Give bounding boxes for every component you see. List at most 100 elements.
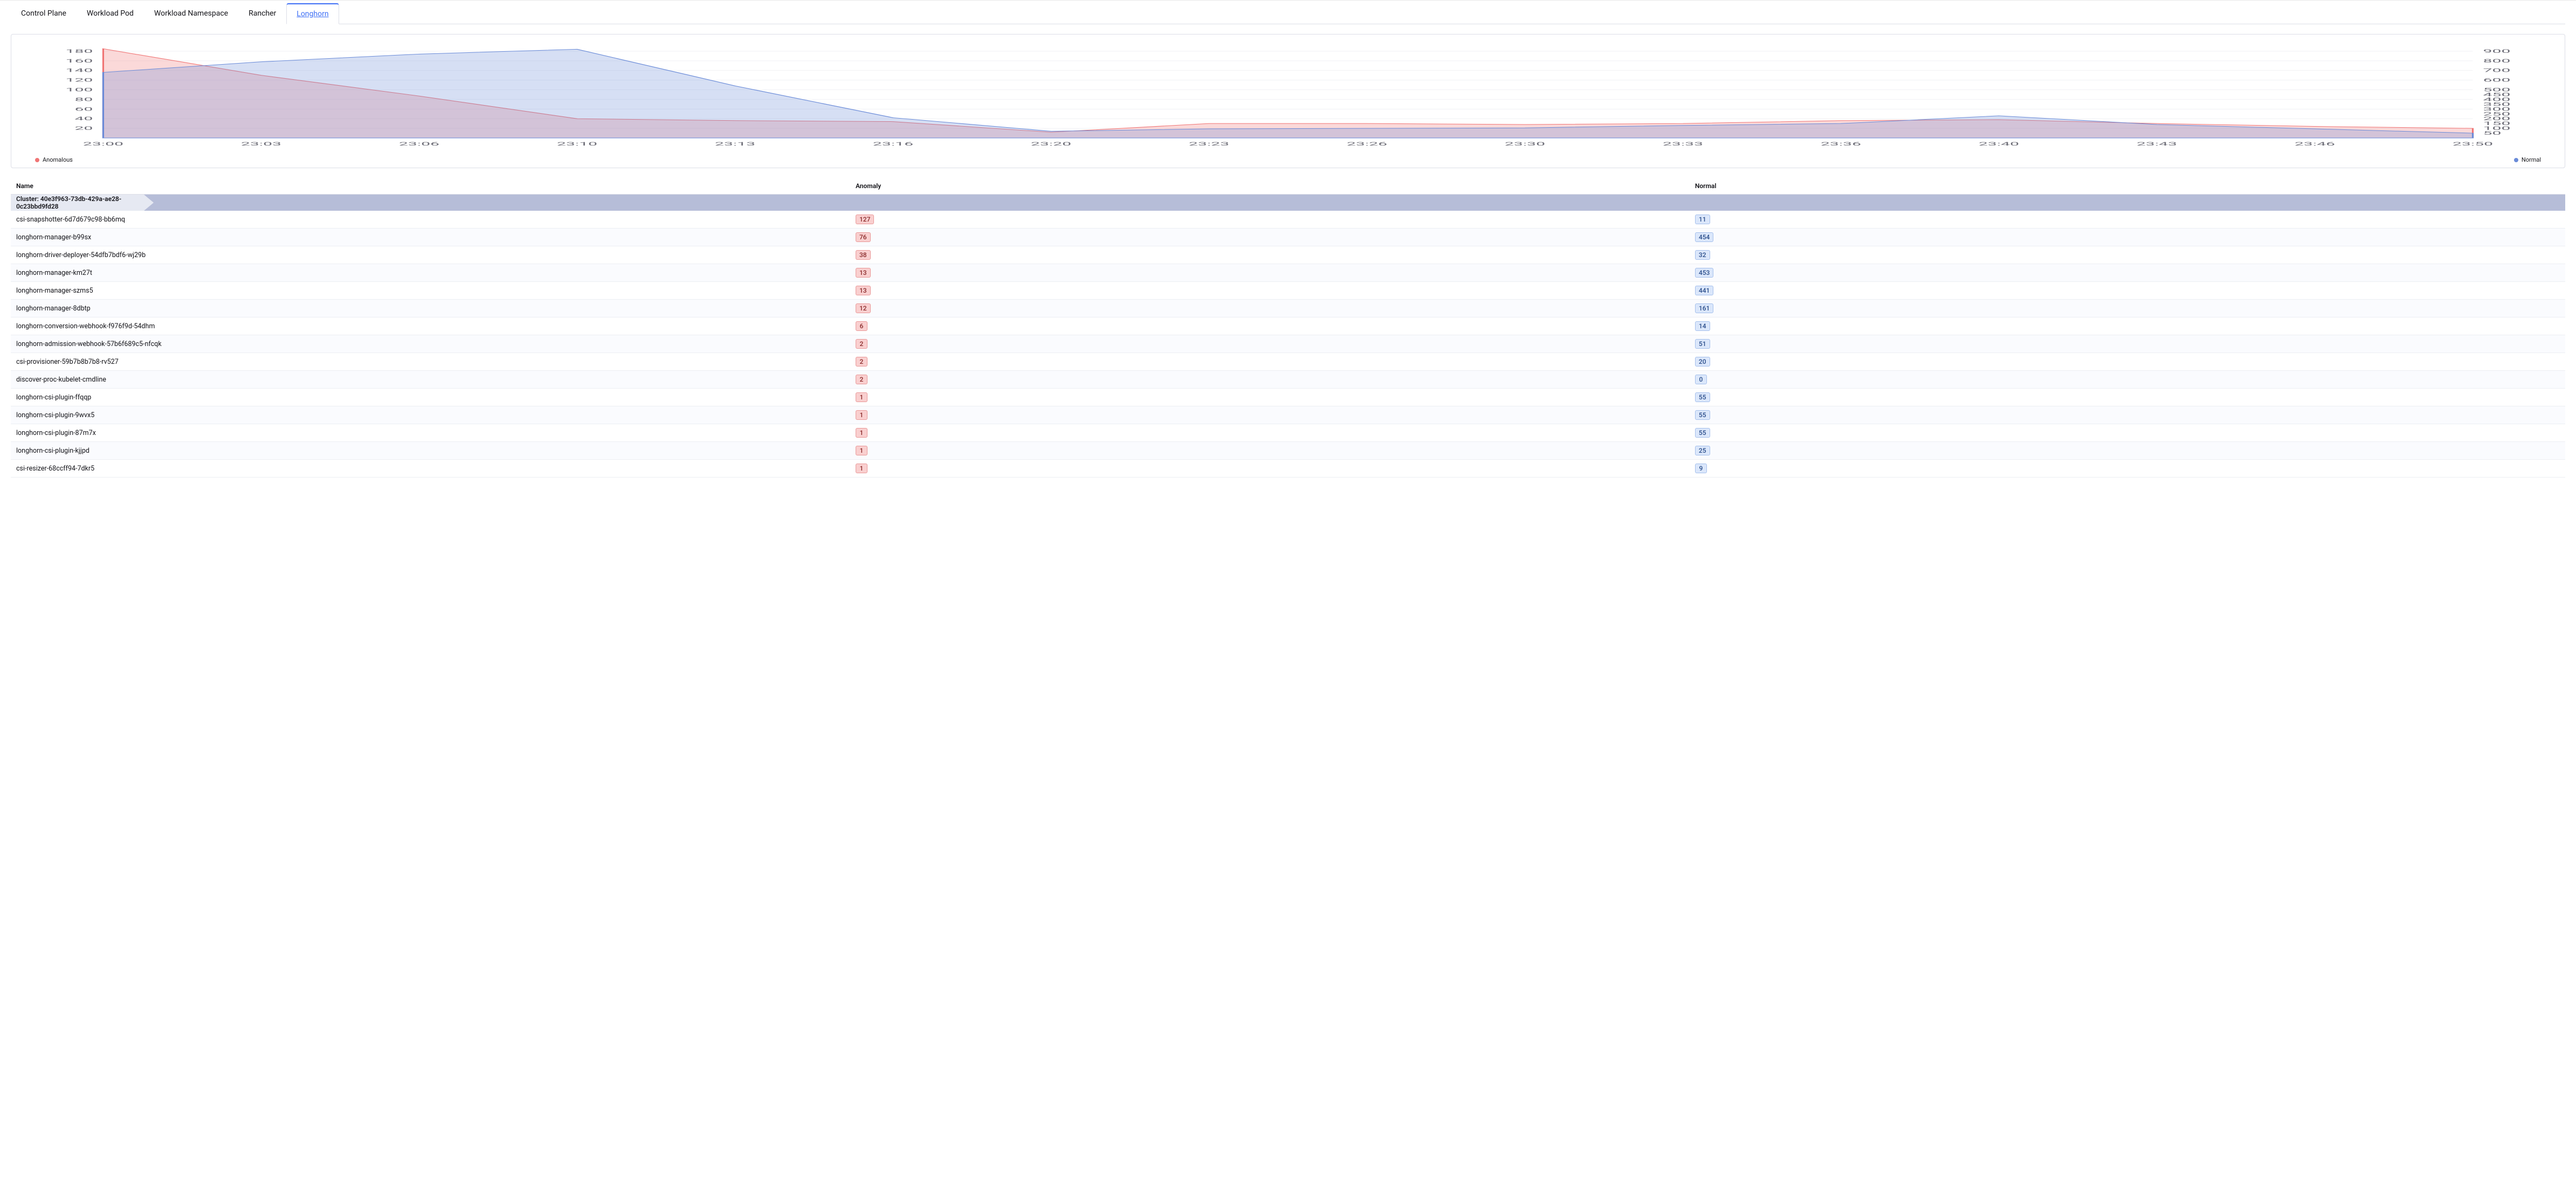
- pod-name: longhorn-csi-plugin-87m7x: [16, 429, 856, 437]
- normal-badge: 161: [1695, 303, 1713, 313]
- svg-text:180: 180: [66, 48, 93, 54]
- table-row[interactable]: longhorn-conversion-webhook-f976f9d-54dh…: [11, 317, 2565, 335]
- table-row[interactable]: csi-resizer-68ccff94-7dkr519: [11, 460, 2565, 478]
- normal-cell: 55: [1695, 392, 2560, 402]
- pod-name: longhorn-manager-szms5: [16, 287, 856, 295]
- svg-text:80: 80: [74, 96, 93, 102]
- anomaly-cell: 12: [856, 303, 1695, 313]
- column-header-normal[interactable]: Normal: [1695, 182, 2560, 190]
- table-row[interactable]: longhorn-csi-plugin-87m7x155: [11, 424, 2565, 442]
- svg-text:23:26: 23:26: [1347, 141, 1387, 147]
- normal-cell: 32: [1695, 250, 2560, 260]
- anomaly-cell: 13: [856, 286, 1695, 295]
- svg-text:700: 700: [2483, 67, 2511, 73]
- svg-text:500: 500: [2483, 87, 2511, 93]
- anomaly-cell: 1: [856, 464, 1695, 473]
- pod-table: Name Anomaly Normal Cluster: 40e3f963-73…: [11, 178, 2565, 478]
- tabs-bar: Control PlaneWorkload PodWorkload Namesp…: [11, 1, 2565, 24]
- table-row[interactable]: longhorn-manager-b99sx76454: [11, 229, 2565, 246]
- cluster-group-header[interactable]: Cluster: 40e3f963-73db-429a-ae28-0c23bbd…: [11, 195, 2565, 211]
- anomaly-badge: 127: [856, 215, 874, 224]
- normal-cell: 51: [1695, 339, 2560, 349]
- normal-badge: 55: [1695, 428, 1710, 438]
- normal-cell: 25: [1695, 446, 2560, 455]
- anomaly-cell: 6: [856, 321, 1695, 331]
- svg-text:23:46: 23:46: [2295, 141, 2335, 147]
- svg-text:140: 140: [66, 67, 93, 73]
- legend-swatch-anomalous: [35, 158, 39, 162]
- svg-text:23:30: 23:30: [1505, 141, 1545, 147]
- anomaly-cell: 1: [856, 446, 1695, 455]
- chart-svg: 2040608010012014016018050100150200250300…: [21, 41, 2555, 154]
- anomaly-badge: 2: [856, 339, 867, 349]
- normal-badge: 0: [1695, 375, 1707, 384]
- svg-text:40: 40: [74, 116, 93, 122]
- table-row[interactable]: longhorn-manager-szms513441: [11, 282, 2565, 300]
- normal-cell: 454: [1695, 232, 2560, 242]
- pod-name: csi-resizer-68ccff94-7dkr5: [16, 465, 856, 473]
- pod-name: longhorn-csi-plugin-ffqqp: [16, 393, 856, 402]
- pod-name: csi-snapshotter-6d7d679c98-bb6mq: [16, 216, 856, 224]
- normal-badge: 55: [1695, 410, 1710, 420]
- anomaly-badge: 1: [856, 410, 867, 420]
- table-row[interactable]: longhorn-csi-plugin-kjjpd1 25: [11, 442, 2565, 460]
- table-row[interactable]: longhorn-manager-km27t13453: [11, 264, 2565, 282]
- tab-workload-namespace[interactable]: Workload Namespace: [144, 3, 238, 24]
- table-row[interactable]: longhorn-csi-plugin-9wvx51 55: [11, 406, 2565, 424]
- table-row[interactable]: longhorn-manager-8dbtp12161: [11, 300, 2565, 317]
- normal-badge: 454: [1695, 232, 1713, 242]
- tab-workload-pod[interactable]: Workload Pod: [77, 3, 144, 24]
- column-header-name[interactable]: Name: [16, 182, 856, 190]
- anomaly-cell: 2: [856, 339, 1695, 349]
- pod-name: csi-provisioner-59b7b8b7b8-rv527: [16, 358, 856, 366]
- cluster-label: Cluster: 40e3f963-73db-429a-ae28-0c23bbd…: [11, 195, 154, 211]
- table-row[interactable]: csi-provisioner-59b7b8b7b8-rv527220: [11, 353, 2565, 371]
- anomaly-cell: 13: [856, 268, 1695, 278]
- anomaly-cell: 76: [856, 232, 1695, 242]
- anomaly-badge: 1: [856, 392, 867, 402]
- table-row[interactable]: longhorn-csi-plugin-ffqqp1 55: [11, 389, 2565, 406]
- normal-cell: 11: [1695, 215, 2560, 224]
- legend-label-normal: Normal: [2522, 156, 2541, 163]
- normal-cell: 9: [1695, 464, 2560, 473]
- pod-name: longhorn-csi-plugin-9wvx5: [16, 411, 856, 419]
- normal-badge: 453: [1695, 268, 1713, 278]
- svg-text:23:03: 23:03: [241, 141, 281, 147]
- normal-badge: 32: [1695, 250, 1710, 260]
- chart-card: 2040608010012014016018050100150200250300…: [11, 34, 2565, 168]
- normal-cell: 55: [1695, 428, 2560, 438]
- svg-text:23:16: 23:16: [873, 141, 913, 147]
- anomaly-cell: 1: [856, 392, 1695, 402]
- table-row[interactable]: longhorn-driver-deployer-54dfb7bdf6-wj29…: [11, 246, 2565, 264]
- normal-badge: 9: [1695, 464, 1707, 473]
- normal-badge: 25: [1695, 446, 1710, 455]
- table-row[interactable]: discover-proc-kubelet-cmdline20: [11, 371, 2565, 389]
- anomaly-cell: 127: [856, 215, 1695, 224]
- table-row[interactable]: csi-snapshotter-6d7d679c98-bb6mq127 11: [11, 211, 2565, 229]
- svg-text:23:40: 23:40: [1979, 141, 2019, 147]
- pod-name: longhorn-manager-8dbtp: [16, 305, 856, 313]
- svg-text:60: 60: [74, 106, 93, 112]
- table-row[interactable]: longhorn-admission-webhook-57b6f689c5-nf…: [11, 335, 2565, 353]
- svg-text:23:33: 23:33: [1663, 141, 1703, 147]
- legend-item-normal[interactable]: Normal: [2514, 156, 2541, 163]
- svg-text:23:36: 23:36: [1821, 141, 1861, 147]
- anomaly-badge: 13: [856, 286, 871, 295]
- tab-rancher[interactable]: Rancher: [238, 3, 286, 24]
- anomaly-cell: 1: [856, 428, 1695, 438]
- legend-item-anomalous[interactable]: Anomalous: [35, 156, 73, 163]
- anomaly-cell: 2: [856, 375, 1695, 384]
- pod-name: longhorn-driver-deployer-54dfb7bdf6-wj29…: [16, 251, 856, 259]
- normal-badge: 51: [1695, 339, 1710, 349]
- svg-text:23:00: 23:00: [83, 141, 123, 147]
- normal-cell: 20: [1695, 357, 2560, 367]
- svg-text:23:50: 23:50: [2453, 141, 2493, 147]
- tab-control-plane[interactable]: Control Plane: [11, 3, 77, 24]
- anomaly-badge: 6: [856, 321, 867, 331]
- column-header-anomaly[interactable]: Anomaly: [856, 182, 1695, 190]
- tab-longhorn[interactable]: Longhorn: [286, 3, 339, 24]
- anomaly-badge: 1: [856, 446, 867, 455]
- pod-name: longhorn-csi-plugin-kjjpd: [16, 447, 856, 455]
- normal-badge: 20: [1695, 357, 1710, 367]
- svg-text:600: 600: [2483, 77, 2511, 83]
